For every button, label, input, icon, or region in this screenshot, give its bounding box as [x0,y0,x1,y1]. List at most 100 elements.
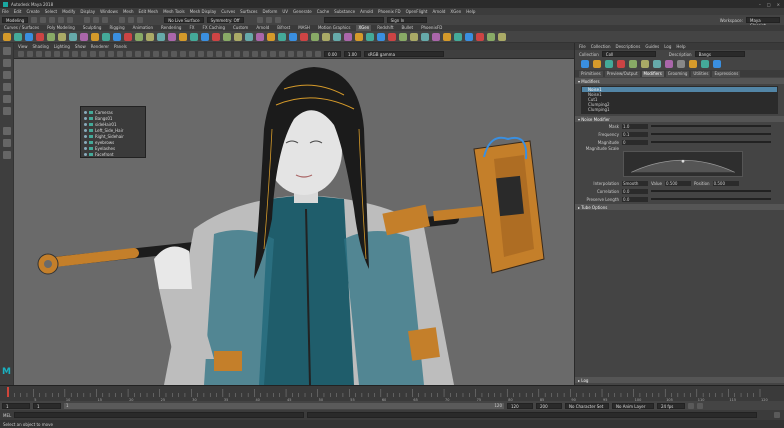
xgen-shelf-tool-icon[interactable] [366,32,374,41]
expand-icon[interactable] [84,140,87,144]
xgen-shelf-tool-icon[interactable] [344,32,352,41]
correlation-field[interactable]: 0.0 [622,188,648,194]
xgen-tool-icon[interactable] [605,60,613,68]
xgen-shelf-tool-icon[interactable] [421,32,429,41]
xgen-shelf-tool-icon[interactable] [223,32,231,41]
fps-dropdown[interactable]: 24 fps [657,402,685,409]
menu-item[interactable]: Windows [100,9,118,14]
xgen-tool-icon[interactable] [665,60,673,68]
xgen-shelf-tool-icon[interactable] [146,32,154,41]
xgen-shelf-tool-icon[interactable] [267,32,275,41]
attribute-field[interactable]: 1.0 [622,123,648,129]
menu-item[interactable]: UV [282,9,288,14]
menu-item[interactable]: Arnold [360,9,373,14]
viewport-tool-icon[interactable] [189,51,195,57]
viewport-tool-icon[interactable] [297,51,303,57]
save-scene-icon[interactable] [49,17,56,23]
description-dropdown[interactable]: Bangs [694,51,745,57]
viewport-tool-icon[interactable] [171,51,177,57]
xgen-shelf-tool-icon[interactable] [58,32,66,41]
time-slider[interactable]: 5 10 15 20 25 30 35 40 45 50 55 60 65 70 75 80 85 90 95 100… [0,385,784,402]
character-set-dropdown[interactable]: No Character Set [565,402,609,409]
xgen-tab[interactable]: Utilities [691,70,711,77]
expand-icon[interactable] [84,110,87,114]
viewport-menu-item[interactable]: View [18,44,28,49]
xgen-shelf-tool-icon[interactable] [102,32,110,41]
start-time-field[interactable]: 1 [2,402,30,409]
viewport-tool-icon[interactable] [252,51,258,57]
anim-layer-dropdown[interactable]: No Anim Layer [612,402,654,409]
viewport-tool-icon[interactable] [36,51,42,57]
xgen-shelf-tool-icon[interactable] [333,32,341,41]
viewport-menu-item[interactable]: Panels [114,44,127,49]
viewport-tool-icon[interactable] [306,51,312,57]
attribute-field[interactable]: 0 [622,139,648,145]
xgen-shelf-tool-icon[interactable] [443,32,451,41]
preserve-length-slider[interactable] [651,198,771,200]
xgen-shelf-tool-icon[interactable] [36,32,44,41]
move-tool-icon[interactable] [3,83,11,91]
maximize-icon[interactable]: □ [767,2,771,7]
xgen-tool-icon[interactable] [581,60,589,68]
interpolation-dropdown[interactable]: Smooth [622,180,648,186]
minimize-icon[interactable]: – [759,2,761,7]
xgen-shelf-tool-icon[interactable] [289,32,297,41]
xgen-shelf-tool-icon[interactable] [179,32,187,41]
menu-item[interactable]: Mesh Tools [163,9,185,14]
xgen-tab[interactable]: Grooming [665,70,690,77]
log-header[interactable]: ▸ Log [575,377,784,383]
expand-icon[interactable] [84,116,87,120]
lasso-tool-icon[interactable] [3,59,11,67]
xgen-shelf-tool-icon[interactable] [91,32,99,41]
menu-item[interactable]: Mesh [123,9,134,14]
redo-icon[interactable] [67,17,74,23]
viewport-tool-icon[interactable] [63,51,69,57]
xgen-shelf-tool-icon[interactable] [113,32,121,41]
snap-curve-icon[interactable] [128,17,135,23]
xgen-menu-item[interactable]: Log [664,44,671,49]
menu-item[interactable]: File [2,9,9,14]
menu-item[interactable]: Surfaces [240,9,257,14]
outliner-item[interactable]: Facefront [84,151,142,157]
script-editor-icon[interactable] [774,412,780,418]
viewport-tool-icon[interactable] [216,51,222,57]
modifier-list-item[interactable]: Clumping1 [582,107,777,112]
xgen-tool-icon[interactable] [689,60,697,68]
viewport-tool-icon[interactable] [144,51,150,57]
xgen-shelf-tool-icon[interactable] [377,32,385,41]
exposure-field[interactable]: 0.00 [324,51,341,57]
viewport-tool-icon[interactable] [135,51,141,57]
menu-item[interactable]: Substance [334,9,355,14]
viewport-tool-icon[interactable] [90,51,96,57]
xgen-shelf-tool-icon[interactable] [80,32,88,41]
gamma-field[interactable]: 1.00 [343,51,361,57]
close-icon[interactable]: × [777,2,780,7]
xgen-menu-item[interactable]: Collection [591,44,611,49]
new-scene-icon[interactable] [31,17,38,23]
ipr-render-icon[interactable] [265,17,272,23]
mel-label[interactable]: MEL [3,413,11,418]
xgen-tab[interactable]: Modifiers [641,70,664,77]
xgen-tool-icon[interactable] [593,60,601,68]
attribute-slider[interactable] [651,133,771,135]
preserve-length-field[interactable]: 0.0 [622,196,648,202]
viewport-menu-item[interactable]: Show [75,44,86,49]
tube-options-header[interactable]: ▸ Tube Options [575,204,784,210]
viewport-menu-item[interactable]: Renderer [91,44,109,49]
xgen-tool-icon[interactable] [629,60,637,68]
viewport-tool-icon[interactable] [261,51,267,57]
layout-side-icon[interactable] [3,151,11,159]
xgen-shelf-tool-icon[interactable] [47,32,55,41]
xgen-tool-icon[interactable] [653,60,661,68]
select-by-hierarchy-icon[interactable] [84,17,91,23]
live-surface-dropdown[interactable]: No Live Surface [164,17,204,23]
menu-item[interactable]: Cache [317,9,329,14]
render-settings-icon[interactable] [274,17,281,23]
inner-end-field[interactable]: 120 [507,402,533,409]
xgen-menu-item[interactable]: File [579,44,586,49]
snap-grid-icon[interactable] [119,17,126,23]
interp-position-field[interactable]: 0.500 [712,180,739,186]
xgen-shelf-tool-icon[interactable] [135,32,143,41]
xgen-shelf-tool-icon[interactable] [124,32,132,41]
viewport-tool-icon[interactable] [162,51,168,57]
